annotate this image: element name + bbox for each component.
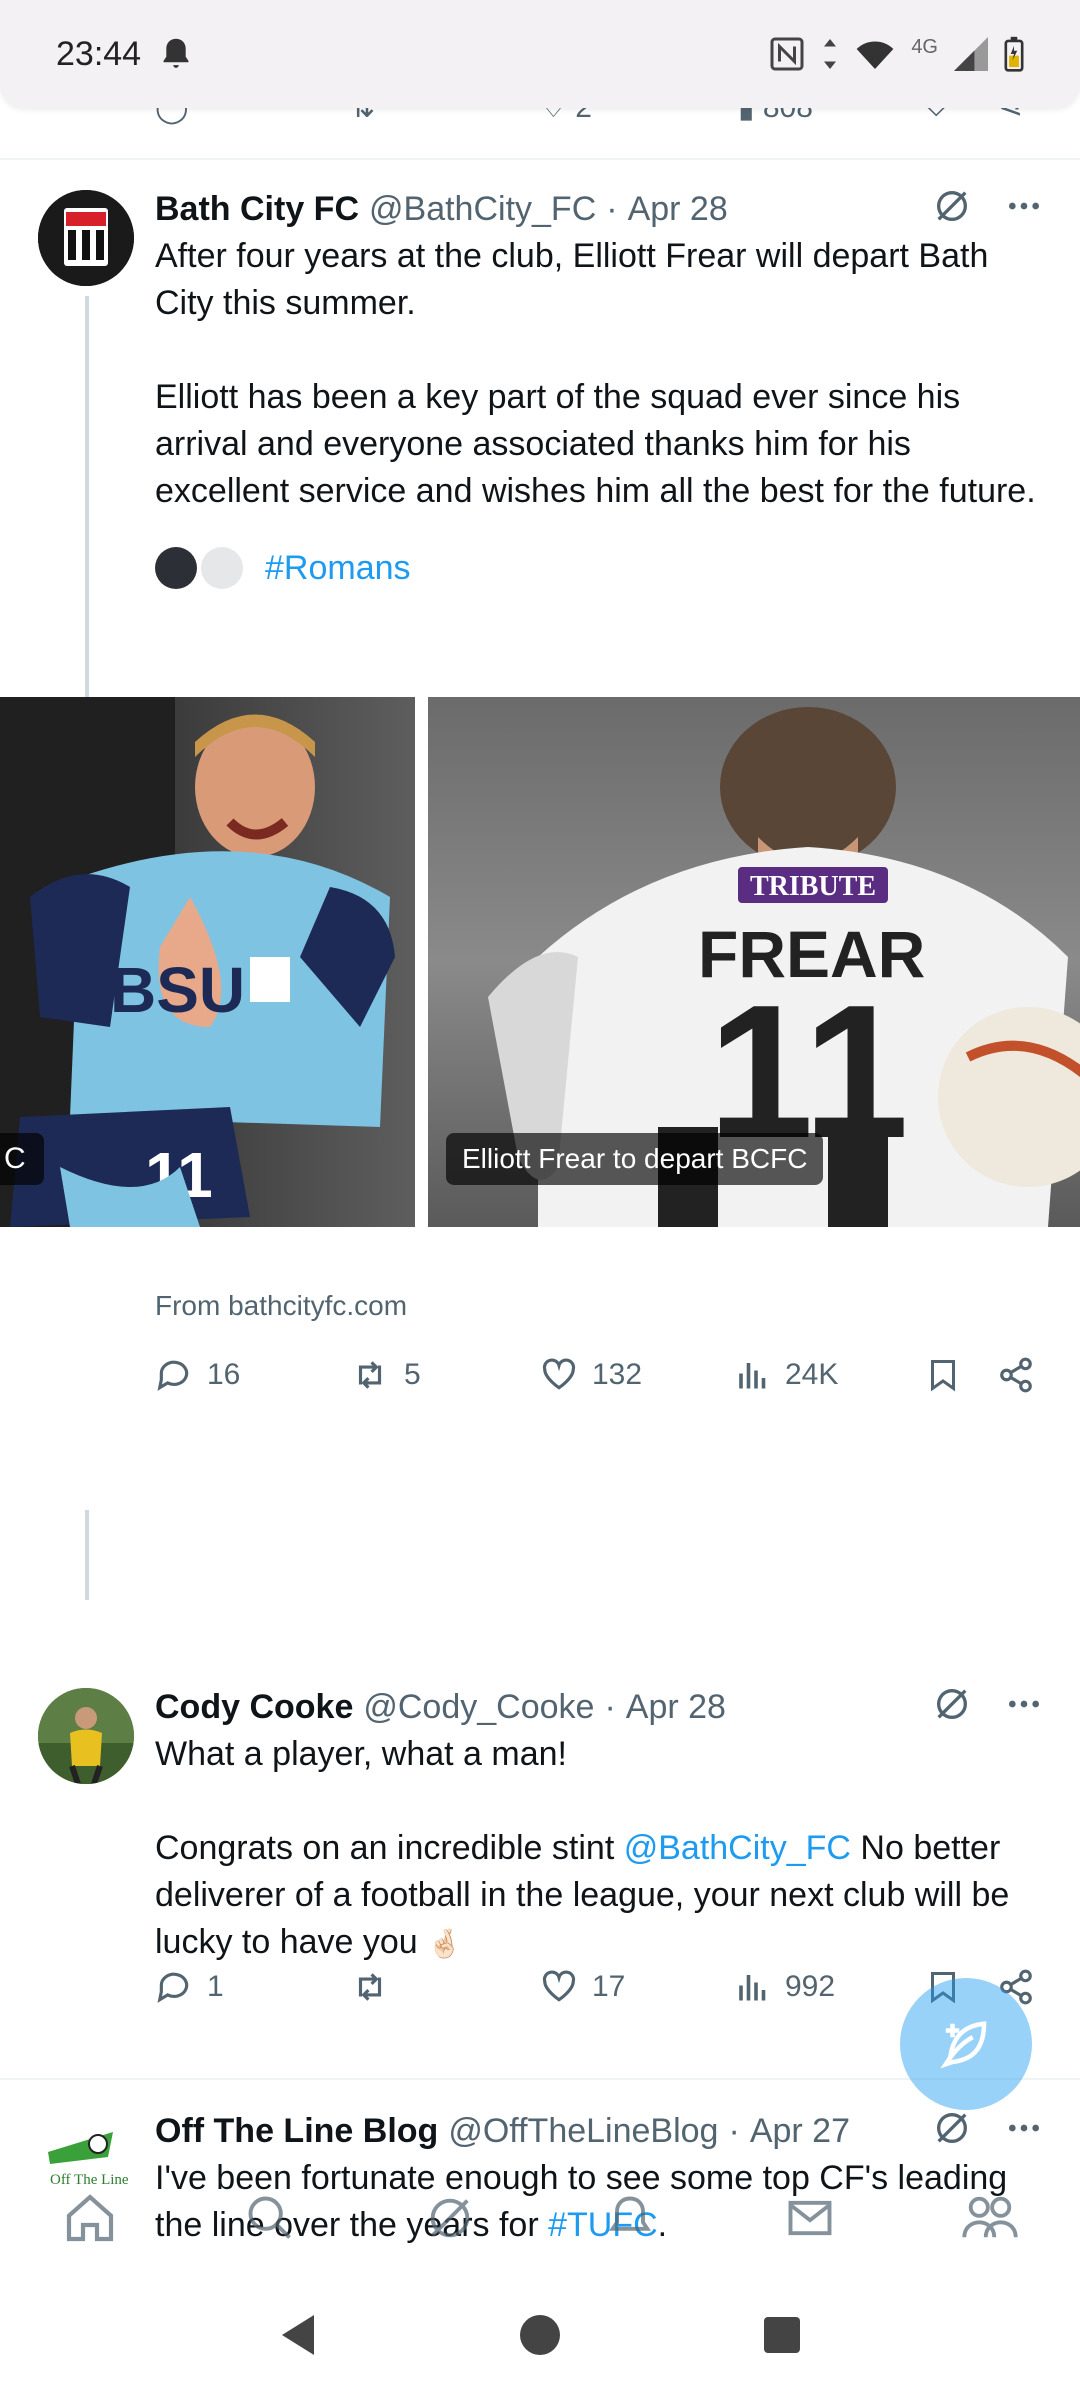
tweet-date[interactable]: Apr 27 xyxy=(750,2112,850,2151)
reply-count: 1 xyxy=(207,1970,224,2003)
like-button[interactable]: 132 xyxy=(540,1356,642,1394)
compose-button[interactable] xyxy=(900,1978,1032,2110)
dark-circle-emoji xyxy=(155,547,197,589)
card-photo-right: TRIBUTE FREAR 11 Elliott Frear to depart… xyxy=(428,697,1080,1227)
shirt-sponsor-right: TRIBUTE xyxy=(750,871,876,902)
tweet-date[interactable]: Apr 28 xyxy=(628,190,728,229)
data-arrows-icon xyxy=(824,39,837,69)
repost-button[interactable]: 5 xyxy=(350,1356,421,1394)
heart-icon xyxy=(542,1358,576,1390)
views-icon xyxy=(739,1975,766,2001)
views-count: 992 xyxy=(785,1970,836,2003)
recents-icon[interactable] xyxy=(762,2315,802,2355)
grok-icon[interactable] xyxy=(932,1684,972,1724)
author-handle[interactable]: @Cody_Cooke xyxy=(363,1688,594,1727)
more-options-icon[interactable] xyxy=(1004,186,1044,226)
reply-icon xyxy=(157,1360,189,1391)
nfc-icon xyxy=(770,37,804,71)
card-left-tag: C xyxy=(0,1133,44,1185)
reply-button[interactable]: 16 xyxy=(155,1356,240,1394)
share-button[interactable] xyxy=(997,1356,1035,1394)
tab-notifications[interactable] xyxy=(590,2178,670,2258)
author-name[interactable]: Off The Line Blog xyxy=(155,2112,438,2151)
grok-icon[interactable] xyxy=(932,2108,972,2148)
back-icon[interactable] xyxy=(278,2313,318,2357)
wifi-icon xyxy=(856,41,894,69)
separator: · xyxy=(728,2112,740,2150)
tweet-paragraph: Elliott has been a key part of the squad… xyxy=(155,378,1036,510)
bell-icon xyxy=(609,2196,651,2231)
views-button[interactable]: 992 xyxy=(735,1969,835,2005)
signal-icon xyxy=(954,37,988,71)
separator: · xyxy=(604,1688,616,1726)
tab-home[interactable] xyxy=(50,2178,130,2258)
author-handle[interactable]: @BathCity_FC xyxy=(369,190,596,229)
card-photo-left: BSU 11 C xyxy=(0,697,415,1227)
author-name[interactable]: Bath City FC xyxy=(155,190,359,229)
light-circle-emoji xyxy=(201,547,243,589)
like-count: 17 xyxy=(592,1970,626,2003)
tweet-paragraph: What a player, what a man! xyxy=(155,1735,567,1773)
reply-icon xyxy=(157,1972,189,2003)
mail-icon xyxy=(788,2200,832,2236)
tweet-date[interactable]: Apr 28 xyxy=(626,1688,726,1727)
network-type: 4G xyxy=(911,35,938,58)
reply-button[interactable]: 1 xyxy=(155,1968,224,2006)
tab-messages[interactable] xyxy=(770,2178,850,2258)
avatar[interactable] xyxy=(38,190,134,286)
communities-icon xyxy=(962,2196,1018,2238)
repost-count: 5 xyxy=(404,1358,421,1391)
notification-bell-icon xyxy=(163,38,189,68)
tab-search[interactable] xyxy=(230,2178,310,2258)
card-caption: Elliott Frear to depart BCFC xyxy=(446,1133,824,1185)
thread-line xyxy=(85,1510,89,1600)
grok-icon[interactable] xyxy=(932,186,972,226)
crossed-fingers-emoji: 🤞🏻 xyxy=(427,1928,463,1959)
link-source[interactable]: From bathcityfc.com xyxy=(155,1290,407,1322)
like-button[interactable]: 17 xyxy=(540,1968,625,2006)
repost-button[interactable] xyxy=(350,1968,404,2006)
status-bar: 23:44 4G xyxy=(0,0,1080,108)
tweet-paragraph: Congrats on an incredible stint @BathCit… xyxy=(155,1829,1010,1961)
tab-grok[interactable] xyxy=(410,2178,490,2258)
more-options-icon[interactable] xyxy=(1004,2108,1044,2148)
system-nav-bar xyxy=(0,2270,1080,2400)
grok-icon xyxy=(430,2198,470,2238)
bottom-tab-bar xyxy=(0,2168,1080,2268)
mention-bathcity[interactable]: @BathCity_FC xyxy=(624,1829,851,1867)
tweet-text: What a player, what a man! Congrats on a… xyxy=(155,1731,1044,1967)
reply-count: 16 xyxy=(207,1358,241,1391)
search-icon xyxy=(248,2196,291,2239)
tweet-bath-city[interactable]: Bath City FC @BathCity_FC · Apr 28 After… xyxy=(0,160,1080,1600)
separator: · xyxy=(606,190,618,228)
bookmark-button[interactable] xyxy=(925,1356,961,1394)
repost-icon xyxy=(358,1361,382,1389)
shirt-sponsor-left: BSU xyxy=(110,954,245,1026)
more-options-icon[interactable] xyxy=(1004,1684,1044,1724)
home-circle-icon[interactable] xyxy=(518,2313,562,2357)
views-button[interactable]: 24K xyxy=(735,1357,838,1393)
tweet-text: After four years at the club, Elliott Fr… xyxy=(155,233,1044,515)
author-name[interactable]: Cody Cooke xyxy=(155,1688,353,1727)
tweet-paragraph: After four years at the club, Elliott Fr… xyxy=(155,237,989,322)
avatar[interactable] xyxy=(38,1688,134,1784)
link-card-image[interactable]: BSU 11 C TRIBUTE FREAR 11 xyxy=(0,697,1080,1227)
like-count: 132 xyxy=(592,1358,643,1391)
author-handle[interactable]: @OffTheLineBlog xyxy=(448,2112,718,2151)
heart-icon xyxy=(542,1970,576,2002)
battery-icon xyxy=(1004,36,1024,72)
views-icon xyxy=(739,1363,766,1389)
status-time: 23:44 xyxy=(56,34,142,73)
home-icon xyxy=(66,2194,114,2242)
repost-icon xyxy=(358,1973,382,2001)
views-count: 24K xyxy=(785,1358,839,1391)
bookmark-icon xyxy=(931,1360,955,1392)
share-icon xyxy=(1000,1357,1032,1393)
compose-feather-icon xyxy=(940,2021,987,2069)
tab-communities[interactable] xyxy=(950,2178,1030,2258)
hashtag-romans[interactable]: #Romans xyxy=(265,549,411,588)
